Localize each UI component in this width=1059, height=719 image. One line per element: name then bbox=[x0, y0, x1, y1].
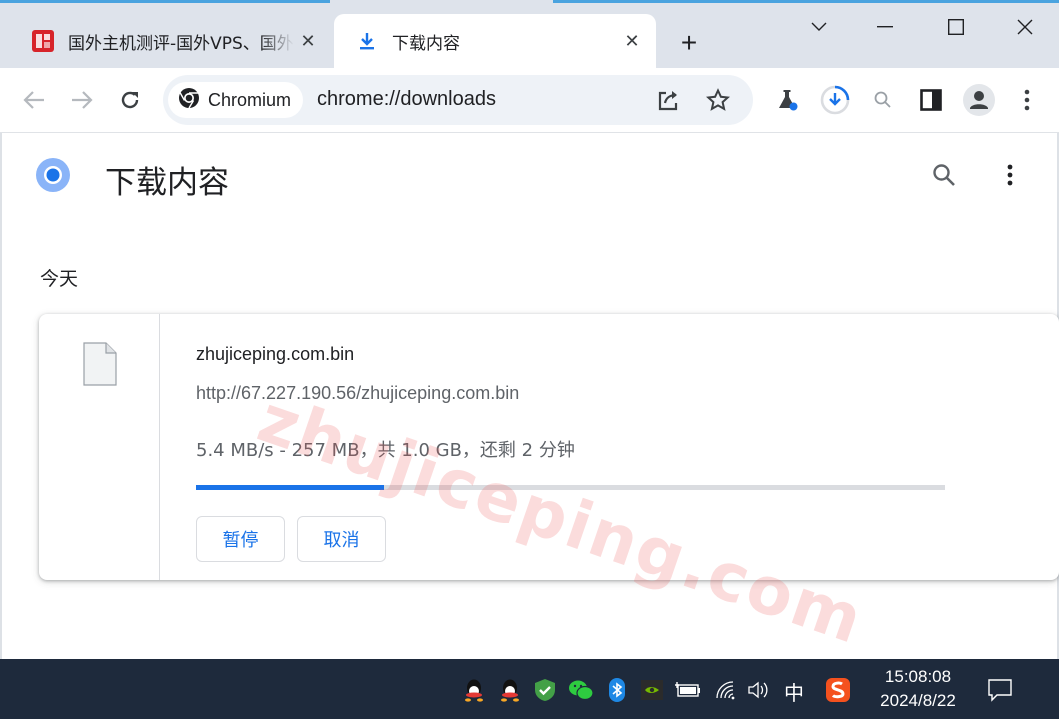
download-icon bbox=[354, 28, 380, 54]
volume-icon[interactable] bbox=[746, 676, 774, 704]
maximize-button[interactable] bbox=[933, 10, 979, 44]
back-arrow-icon[interactable] bbox=[16, 82, 52, 118]
download-source-url[interactable]: http://67.227.190.56/zhujiceping.com.bin bbox=[196, 383, 519, 404]
site-favicon-icon bbox=[30, 28, 56, 54]
battery-power-icon[interactable] bbox=[674, 676, 702, 704]
downloads-menu-icon[interactable] bbox=[992, 157, 1028, 193]
new-tab-button[interactable]: + bbox=[672, 26, 706, 60]
qq-icon[interactable] bbox=[496, 676, 524, 704]
sogou-ime-icon[interactable] bbox=[824, 676, 852, 704]
file-icon bbox=[83, 342, 117, 391]
minimize-button[interactable] bbox=[862, 10, 908, 44]
card-divider bbox=[159, 314, 160, 580]
chip-label: Chromium bbox=[208, 89, 292, 110]
wechat-icon[interactable] bbox=[567, 676, 595, 704]
chromium-logo-icon bbox=[178, 87, 200, 114]
download-progress-fill bbox=[196, 485, 384, 490]
pause-button[interactable]: 暂停 bbox=[196, 516, 285, 562]
chromium-logo-icon bbox=[35, 157, 71, 198]
url-text[interactable]: chrome://downloads bbox=[317, 88, 496, 111]
close-window-button[interactable] bbox=[1002, 10, 1048, 44]
tab-title: 下载内容 bbox=[392, 33, 460, 54]
qq-icon[interactable] bbox=[460, 676, 488, 704]
chromium-chip[interactable]: Chromium bbox=[168, 82, 304, 118]
labs-flask-icon[interactable] bbox=[769, 82, 805, 118]
tab-title: 国外主机测评-国外VPS、国外服务器 bbox=[68, 33, 294, 54]
profile-avatar-icon[interactable] bbox=[961, 82, 997, 118]
browser-toolbar: Chromium chrome://downloads bbox=[0, 68, 1059, 133]
tab-downloads[interactable]: 下载内容 ✕ bbox=[334, 14, 656, 68]
cancel-button[interactable]: 取消 bbox=[297, 516, 386, 562]
clock-date: 2024/8/22 bbox=[880, 691, 956, 710]
page-title: 下载内容 bbox=[105, 165, 229, 201]
search-downloads-icon[interactable] bbox=[926, 157, 962, 193]
search-icon[interactable] bbox=[865, 82, 901, 118]
tab-accent-bar bbox=[0, 0, 330, 3]
downloads-page: 下载内容 今天 zhujiceping.com.bin http://67.22… bbox=[0, 133, 1059, 659]
clock-time: 15:08:08 bbox=[884, 667, 952, 686]
system-clock[interactable]: 15:08:08 2024/8/22 bbox=[868, 665, 968, 713]
close-tab-icon[interactable]: ✕ bbox=[294, 27, 322, 55]
tab-accent-bar bbox=[553, 0, 1059, 3]
bluetooth-icon[interactable] bbox=[603, 676, 631, 704]
download-status: 5.4 MB/s - 257 MB，共 1.0 GB，还剩 2 分钟 bbox=[196, 440, 575, 461]
section-today-label: 今天 bbox=[40, 268, 79, 290]
download-item-card: zhujiceping.com.bin http://67.227.190.56… bbox=[39, 314, 1059, 580]
browser-menu-icon[interactable] bbox=[1009, 82, 1045, 118]
windows-taskbar: 中 15:08:08 2024/8/22 bbox=[0, 659, 1059, 719]
reload-icon[interactable] bbox=[112, 82, 148, 118]
bookmark-star-icon[interactable] bbox=[701, 83, 735, 117]
download-file-name[interactable]: zhujiceping.com.bin bbox=[196, 344, 354, 365]
download-progress-icon[interactable] bbox=[817, 82, 853, 118]
nvidia-icon[interactable] bbox=[638, 676, 666, 704]
security-shield-icon[interactable] bbox=[531, 676, 559, 704]
share-icon[interactable] bbox=[652, 83, 686, 117]
download-progress-bar bbox=[196, 485, 945, 490]
tab-strip: 国外主机测评-国外VPS、国外服务器 ✕ 下载内容 ✕ + bbox=[0, 0, 1059, 68]
tab-search-chevron-icon[interactable] bbox=[796, 10, 842, 44]
notification-center-icon[interactable] bbox=[984, 675, 1016, 705]
forward-arrow-icon[interactable] bbox=[64, 82, 100, 118]
wifi-icon[interactable] bbox=[712, 676, 740, 704]
close-tab-icon[interactable]: ✕ bbox=[618, 27, 646, 55]
address-bar[interactable]: Chromium chrome://downloads bbox=[163, 75, 753, 125]
tab-zhujiceping[interactable]: 国外主机测评-国外VPS、国外服务器 ✕ bbox=[16, 14, 332, 68]
input-method-indicator[interactable]: 中 bbox=[784, 677, 804, 706]
side-panel-icon[interactable] bbox=[913, 82, 949, 118]
